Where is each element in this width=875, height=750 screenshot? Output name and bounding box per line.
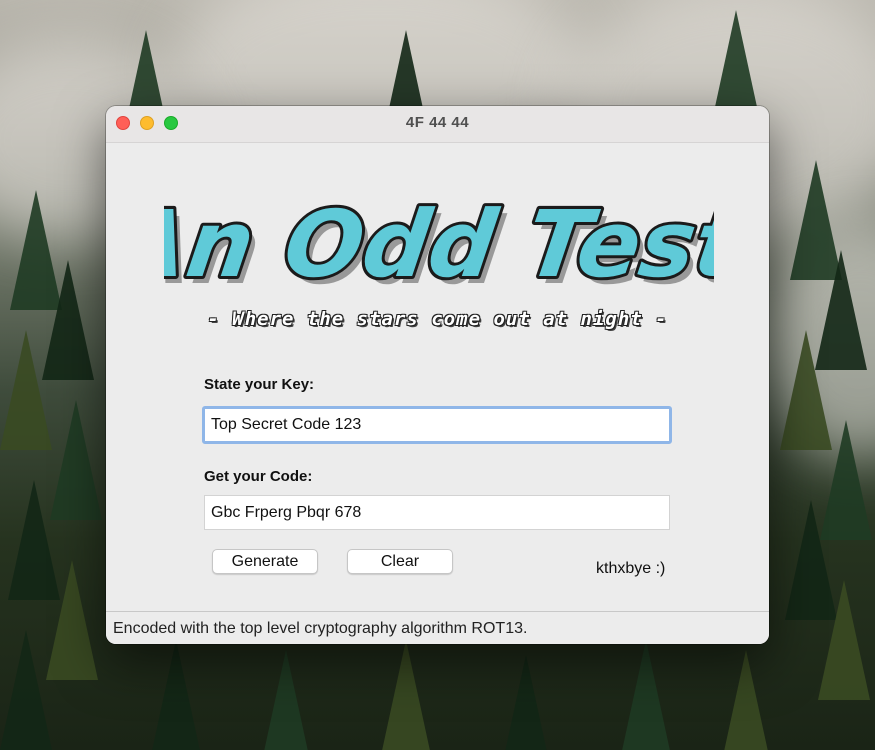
status-bar: Encoded with the top level cryptography … xyxy=(106,611,769,644)
app-window: 4F 44 44 An Odd Test An Odd Test - Where… xyxy=(106,106,769,644)
logo-text: An Odd Test xyxy=(164,190,714,297)
key-input[interactable] xyxy=(202,406,672,444)
status-text: Encoded with the top level cryptography … xyxy=(113,620,528,637)
footer-note: kthxbye :) xyxy=(596,560,666,577)
app-logo: An Odd Test An Odd Test xyxy=(164,187,714,304)
code-output-field[interactable] xyxy=(204,495,670,530)
clear-button[interactable]: Clear xyxy=(347,549,453,574)
key-label: State your Key: xyxy=(204,376,315,393)
generate-button[interactable]: Generate xyxy=(212,549,318,574)
tagline: - Where the stars come out at night - xyxy=(207,308,668,330)
code-label: Get your Code: xyxy=(204,468,313,485)
title-bar[interactable]: 4F 44 44 xyxy=(106,106,769,143)
window-title: 4F 44 44 xyxy=(405,114,470,131)
